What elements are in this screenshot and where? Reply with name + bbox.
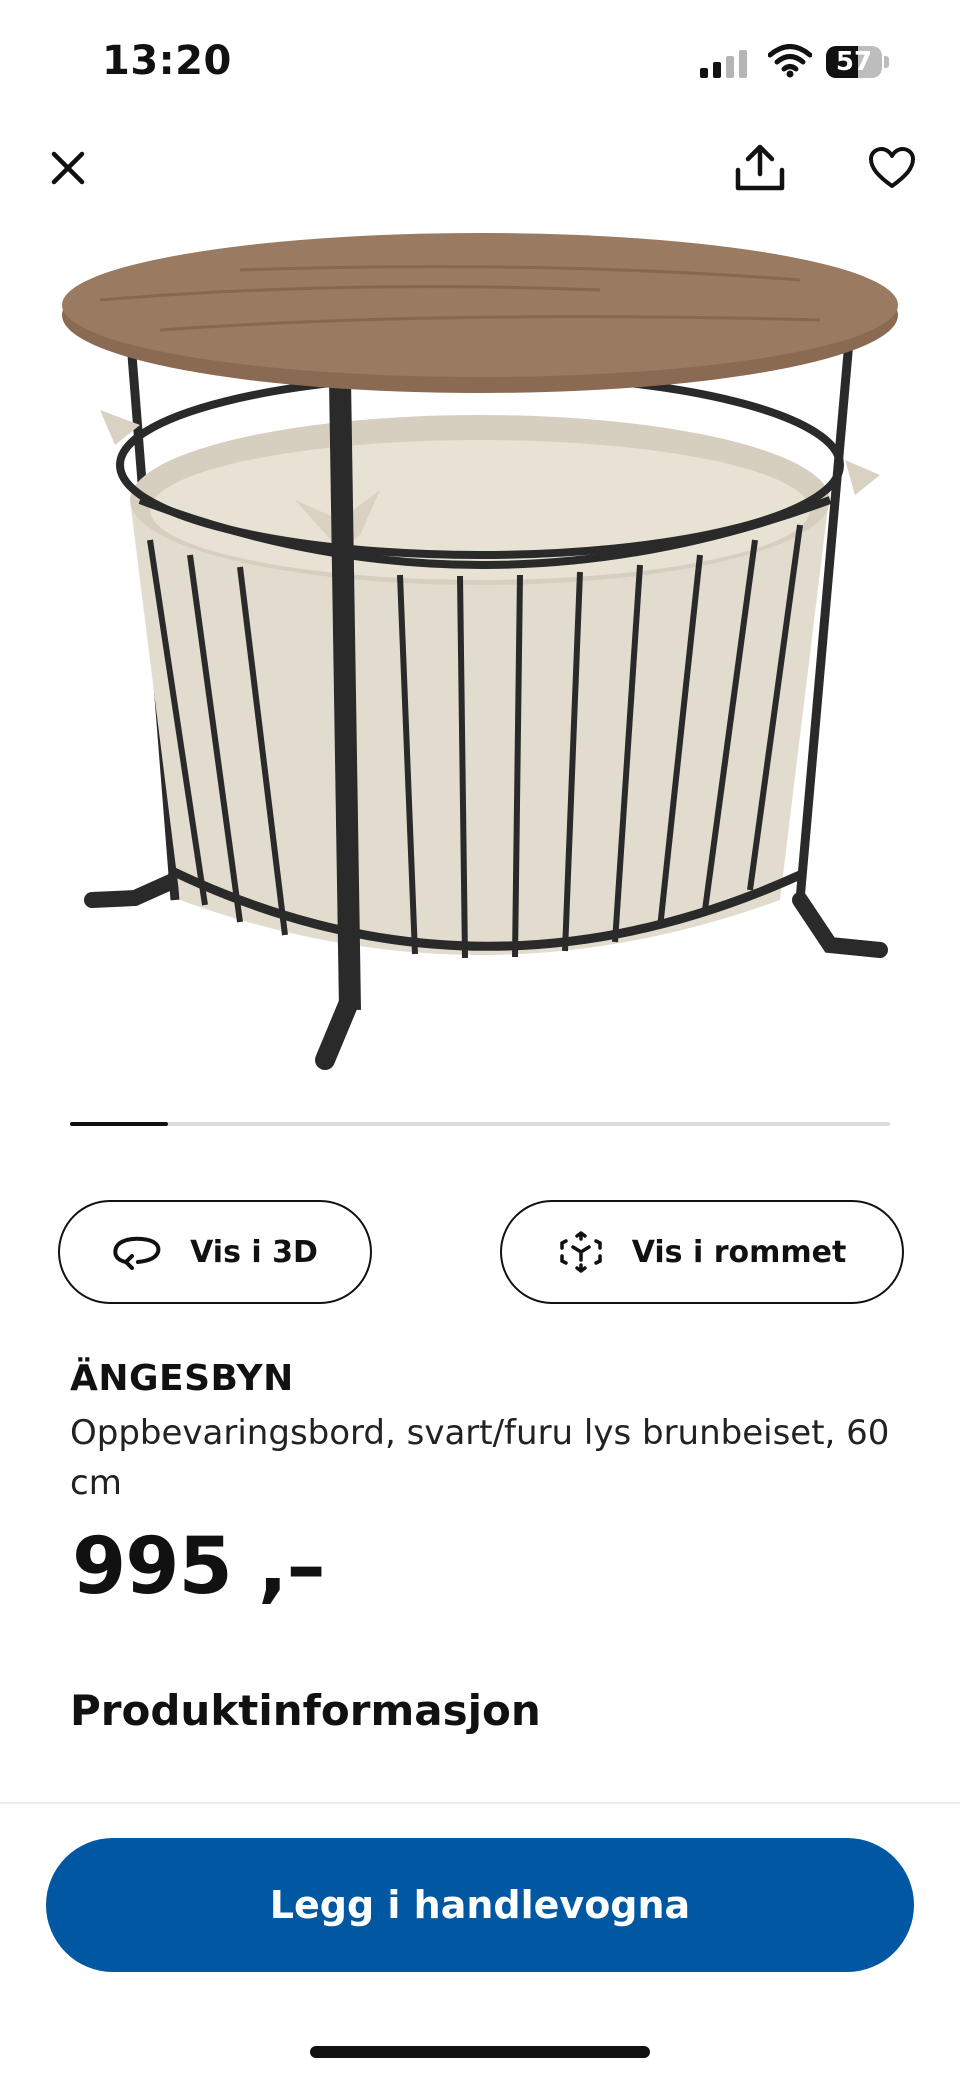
- view-3d-button[interactable]: Vis i 3D: [58, 1200, 372, 1304]
- product-price: 995 ,–: [72, 1522, 326, 1612]
- home-indicator[interactable]: [310, 2046, 650, 2058]
- view-in-room-label: Vis i rommet: [631, 1234, 847, 1270]
- add-to-cart-button[interactable]: Legg i handlevogna: [46, 1838, 914, 1972]
- carousel-progress: [70, 1122, 169, 1126]
- view-in-room-button[interactable]: Vis i rommet: [500, 1200, 904, 1304]
- product-photo[interactable]: [40, 210, 920, 1100]
- close-button[interactable]: [36, 136, 100, 200]
- share-icon: [735, 144, 785, 191]
- status-time: 13:20: [102, 38, 232, 84]
- product-info-heading[interactable]: Produktinformasjon: [70, 1686, 541, 1735]
- wifi-icon: [768, 44, 812, 78]
- product-name: ÄNGESBYN: [70, 1358, 294, 1399]
- close-icon: [51, 151, 85, 185]
- cellular-signal-icon: [700, 50, 750, 78]
- battery-icon: 57: [826, 46, 882, 78]
- view-3d-label: Vis i 3D: [190, 1234, 318, 1270]
- divider: [0, 1802, 960, 1804]
- favorite-button[interactable]: [860, 136, 924, 200]
- battery-cap: [884, 56, 889, 68]
- product-description: Oppbevaringsbord, svart/furu lys brunbei…: [70, 1413, 890, 1503]
- rotate-3d-icon: [113, 1236, 161, 1270]
- share-button[interactable]: [728, 136, 792, 200]
- heart-icon: [869, 147, 915, 188]
- battery-level: 57: [835, 47, 873, 77]
- image-carousel-indicator: [70, 1122, 890, 1126]
- ar-cube-icon: [559, 1231, 602, 1273]
